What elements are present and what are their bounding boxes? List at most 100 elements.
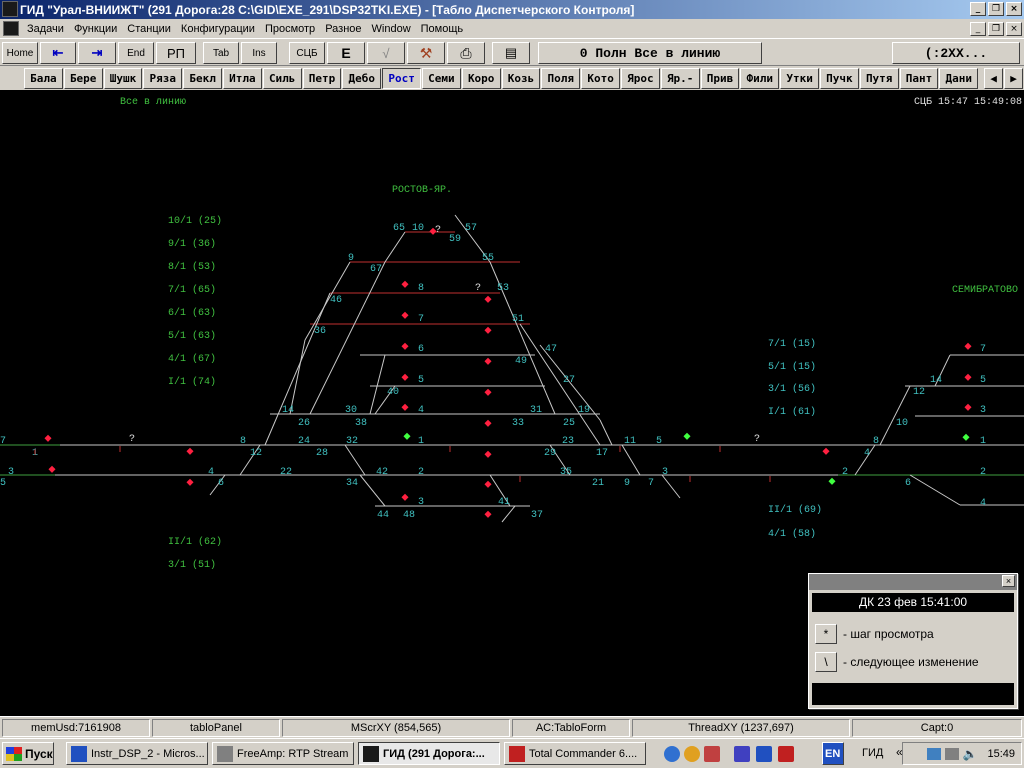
station-tab[interactable]: Бекл	[183, 68, 222, 89]
menu-misc[interactable]: Разное	[320, 23, 366, 35]
word-quicklaunch-icon[interactable]	[756, 746, 772, 762]
station-tab[interactable]: Рост	[382, 68, 421, 89]
station-tab[interactable]: Ряза	[143, 68, 183, 89]
station-tab[interactable]: Петр	[302, 68, 342, 89]
check-button[interactable]: √	[367, 42, 405, 64]
station-tab[interactable]: Кото	[581, 68, 620, 89]
prev-button[interactable]: ⇤	[40, 42, 76, 64]
signal-icon	[484, 480, 492, 488]
station-tab[interactable]: Фили	[740, 68, 780, 89]
child-minimize-button[interactable]: _	[970, 22, 986, 36]
popup-close-button[interactable]: ×	[1002, 575, 1015, 587]
restore-button[interactable]: ❐	[988, 2, 1004, 16]
station-tab[interactable]: Пучк	[820, 68, 859, 89]
track-number: 24	[298, 436, 310, 447]
quicklaunch-icon[interactable]	[704, 746, 720, 762]
start-button[interactable]: Пуск	[2, 742, 54, 765]
track-number: 5	[0, 478, 6, 489]
printer-icon: ⎙	[460, 44, 472, 61]
media-icon[interactable]	[684, 746, 700, 762]
title-bar[interactable]: ГИД "Урал-ВНИИЖТ" (291 Дорога:28 C:\GID\…	[0, 0, 1024, 19]
task-totalcmd[interactable]: Total Commander 6....	[504, 742, 646, 765]
station-tab[interactable]: Бере	[63, 68, 103, 89]
status-mouse: MScrXY (854,565)	[282, 719, 510, 737]
menu-configurations[interactable]: Конфигурации	[176, 23, 260, 35]
task-label: Total Commander 6....	[529, 747, 638, 760]
track-number: 21	[592, 478, 604, 489]
ie-icon[interactable]	[664, 746, 680, 762]
popup-titlebar[interactable]: ×	[809, 574, 1017, 590]
status-thread: ThreadXY (1237,697)	[632, 719, 850, 737]
mdi-child-icon[interactable]	[3, 21, 19, 36]
station-tab[interactable]: Утки	[780, 68, 819, 89]
toolbar: Home ⇤ ⇥ End РП Tab Ins СЦБ E √ ⚒ ⎙ ▤ 0 …	[0, 38, 1024, 66]
station-tab[interactable]: Дебо	[342, 68, 382, 89]
print-button[interactable]: ⎙	[447, 42, 485, 64]
menu-view[interactable]: Просмотр	[260, 23, 320, 35]
track-occupancy-label: 3/1 (56)	[768, 383, 816, 395]
track-number: 3	[980, 405, 986, 416]
e-button[interactable]: E	[327, 42, 365, 64]
ins-button[interactable]: Ins	[241, 42, 277, 64]
station-tab[interactable]: Бала	[24, 68, 63, 89]
close-button[interactable]: ×	[1006, 2, 1022, 16]
track-number: 7	[980, 344, 986, 355]
scb-button[interactable]: СЦБ	[289, 42, 325, 64]
track-occupancy-label: II/1 (69)	[768, 504, 822, 516]
station-tab[interactable]: Силь	[262, 68, 302, 89]
station-tab[interactable]: Яр.-	[660, 68, 700, 89]
network-icon[interactable]	[926, 747, 941, 760]
minimize-button[interactable]: _	[970, 2, 986, 16]
clock[interactable]: 15:49	[987, 748, 1015, 760]
quicklaunch-icon[interactable]	[734, 746, 750, 762]
rp-button[interactable]: РП	[156, 42, 196, 64]
child-restore-button[interactable]: ❐	[988, 22, 1004, 36]
menu-bar: Задачи Функции Станции Конфигурации Прос…	[0, 19, 1024, 38]
child-close-button[interactable]: ×	[1006, 22, 1022, 36]
station-tab[interactable]: Прив	[700, 68, 740, 89]
station-tab[interactable]: Дани	[939, 68, 979, 89]
station-tab[interactable]: Козь	[501, 68, 541, 89]
next-change-key-button[interactable]: \	[815, 652, 837, 672]
task-gid[interactable]: ГИД (291 Дорога:...	[358, 742, 500, 765]
language-indicator[interactable]: EN	[822, 742, 844, 765]
station-tab[interactable]: Ярос	[621, 68, 660, 89]
menu-stations[interactable]: Станции	[122, 23, 176, 35]
home-button[interactable]: Home	[2, 42, 38, 64]
stations-prev-button[interactable]: ◀	[984, 68, 1003, 89]
unknown-marker: ?	[435, 225, 441, 236]
next-button[interactable]: ⇥	[78, 42, 116, 64]
station-tab[interactable]: Семи	[422, 68, 461, 89]
station-tab[interactable]: Поля	[541, 68, 581, 89]
station-tabs: ▲▼ БалаБереШушкРязаБеклИтлаСильПетрДебоР…	[0, 66, 1024, 156]
list-button[interactable]: ▤	[492, 42, 530, 64]
tab-button[interactable]: Tab	[203, 42, 239, 64]
menu-tasks[interactable]: Задачи	[22, 23, 69, 35]
menu-help[interactable]: Помощь	[416, 23, 469, 35]
station-tab[interactable]: Итла	[223, 68, 262, 89]
app-icon[interactable]	[2, 1, 18, 17]
menu-window[interactable]: Window	[367, 23, 416, 35]
tools-button[interactable]: ⚒	[407, 42, 445, 64]
station-tab[interactable]: Коро	[461, 68, 501, 89]
quicklaunch-icon[interactable]	[778, 746, 794, 762]
station-tab[interactable]: Шушк	[103, 68, 143, 89]
scheme-clock: СЦБ 15:47 15:49:08	[914, 97, 1022, 108]
track-number: 34	[346, 478, 358, 489]
signal-icon	[964, 373, 972, 381]
track-occupancy-label: 8/1 (53)	[168, 261, 216, 273]
station-tab[interactable]: Пант	[899, 68, 939, 89]
station-tab[interactable]: Путя	[859, 68, 899, 89]
track-number: 8	[240, 436, 246, 447]
track-segment	[384, 231, 406, 263]
task-freeamp[interactable]: FreeAmp: RTP Stream	[212, 742, 354, 765]
keyboard-icon[interactable]	[944, 747, 959, 760]
volume-icon[interactable]: 🔈	[963, 747, 978, 761]
menu-functions[interactable]: Функции	[69, 23, 122, 35]
step-key-button[interactable]: *	[815, 624, 837, 644]
task-word[interactable]: Instr_DSP_2 - Micros...	[66, 742, 208, 765]
mode-display[interactable]: (:2XX...	[892, 42, 1020, 64]
signal-icon	[822, 447, 830, 455]
end-button[interactable]: End	[118, 42, 154, 64]
stations-next-button[interactable]: ▶	[1004, 68, 1023, 89]
